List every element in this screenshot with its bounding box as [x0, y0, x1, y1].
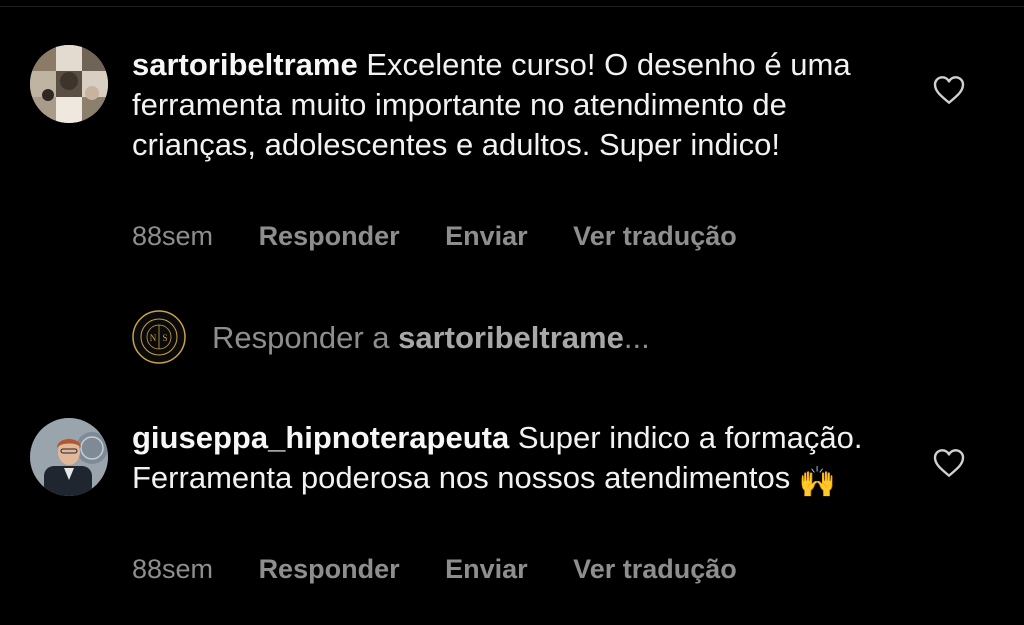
comment-time: 88sem [132, 554, 214, 584]
reply-button[interactable]: Responder [259, 554, 400, 585]
heart-outline-icon[interactable] [933, 448, 965, 478]
comment-username[interactable]: giuseppa_hipnoterapeuta [132, 420, 509, 455]
reply-prompt-suffix: ... [623, 320, 650, 355]
comment-time: 88sem [132, 221, 214, 251]
reply-prompt-prefix: Responder a [212, 320, 399, 355]
comment-text: sartoribeltrame Excelente curso! O desen… [132, 45, 912, 165]
reply-button[interactable]: Responder [259, 221, 400, 252]
raising-hands-emoji: 🙌 [798, 466, 837, 499]
svg-text:N: N [150, 333, 157, 343]
comment-item: giuseppa_hipnoterapeuta Super indico a f… [30, 418, 990, 598]
comment-username[interactable]: sartoribeltrame [132, 47, 358, 82]
top-divider [0, 6, 1024, 7]
profile-collage-avatar-icon [30, 45, 108, 123]
send-button[interactable]: Enviar [445, 221, 528, 252]
svg-text:S: S [162, 333, 167, 343]
reply-prompt-username: sartoribeltrame [398, 320, 624, 355]
reply-prompt-text[interactable]: Responder a sartoribeltrame... [212, 320, 650, 356]
comment-text: giuseppa_hipnoterapeuta Super indico a f… [132, 418, 912, 502]
comment-item: sartoribeltrame Excelente curso! O desen… [30, 45, 990, 275]
avatar[interactable] [30, 418, 108, 496]
translate-button[interactable]: Ver tradução [573, 554, 737, 585]
instituto-ns-logo-icon: N S [132, 310, 186, 364]
profile-photo-avatar-icon [30, 418, 108, 496]
comment-meta: 88sem Responder Enviar Ver tradução [132, 221, 775, 252]
send-button[interactable]: Enviar [445, 554, 528, 585]
comment-meta: 88sem Responder Enviar Ver tradução [132, 554, 775, 585]
reply-prompt[interactable]: N S Responder a sartoribeltrame... [132, 310, 932, 364]
avatar[interactable] [30, 45, 108, 123]
translate-button[interactable]: Ver tradução [573, 221, 737, 252]
heart-outline-icon[interactable] [933, 75, 965, 105]
